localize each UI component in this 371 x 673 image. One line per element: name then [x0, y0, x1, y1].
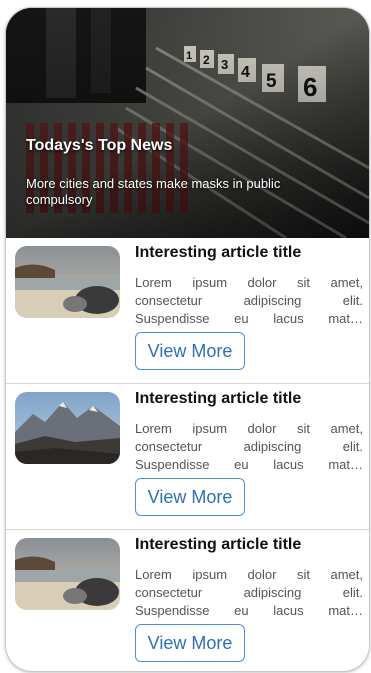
- excerpt-line: consectetur adipiscing elit.: [135, 585, 363, 600]
- hero-subtitle: More cities and states make masks in pub…: [26, 176, 281, 207]
- article-title[interactable]: Interesting article title: [135, 244, 301, 262]
- excerpt-line: Lorem ipsum dolor sit amet,: [135, 567, 363, 582]
- view-more-button[interactable]: View More: [135, 624, 245, 662]
- article-thumbnail[interactable]: [15, 538, 120, 610]
- news-card: 1 2 3 4 5 6 Todays's Top News More citie…: [6, 8, 369, 671]
- excerpt-line: Suspendisse eu lacus mat…: [135, 457, 363, 472]
- article-title[interactable]: Interesting article title: [135, 536, 301, 554]
- view-more-button[interactable]: View More: [135, 478, 245, 516]
- article-excerpt: Lorem ipsum dolor sit amet, consectetur …: [135, 420, 363, 474]
- view-more-button[interactable]: View More: [135, 332, 245, 370]
- article-excerpt: Lorem ipsum dolor sit amet, consectetur …: [135, 566, 363, 620]
- article-excerpt: Lorem ipsum dolor sit amet, consectetur …: [135, 274, 363, 328]
- article-thumbnail[interactable]: [15, 392, 120, 464]
- excerpt-line: Lorem ipsum dolor sit amet,: [135, 421, 363, 436]
- hero-title: Todays's Top News: [26, 137, 173, 154]
- excerpt-line: Lorem ipsum dolor sit amet,: [135, 275, 363, 290]
- excerpt-line: Suspendisse eu lacus mat…: [135, 311, 363, 326]
- article-item: Interesting article title Lorem ipsum do…: [6, 384, 369, 530]
- article-item: Interesting article title Lorem ipsum do…: [6, 238, 369, 384]
- excerpt-line: consectetur adipiscing elit.: [135, 293, 363, 308]
- hero-banner[interactable]: 1 2 3 4 5 6 Todays's Top News More citie…: [6, 8, 369, 238]
- article-item: Interesting article title Lorem ipsum do…: [6, 530, 369, 671]
- excerpt-line: Suspendisse eu lacus mat…: [135, 603, 363, 618]
- excerpt-line: consectetur adipiscing elit.: [135, 439, 363, 454]
- article-title[interactable]: Interesting article title: [135, 390, 301, 408]
- article-thumbnail[interactable]: [15, 246, 120, 318]
